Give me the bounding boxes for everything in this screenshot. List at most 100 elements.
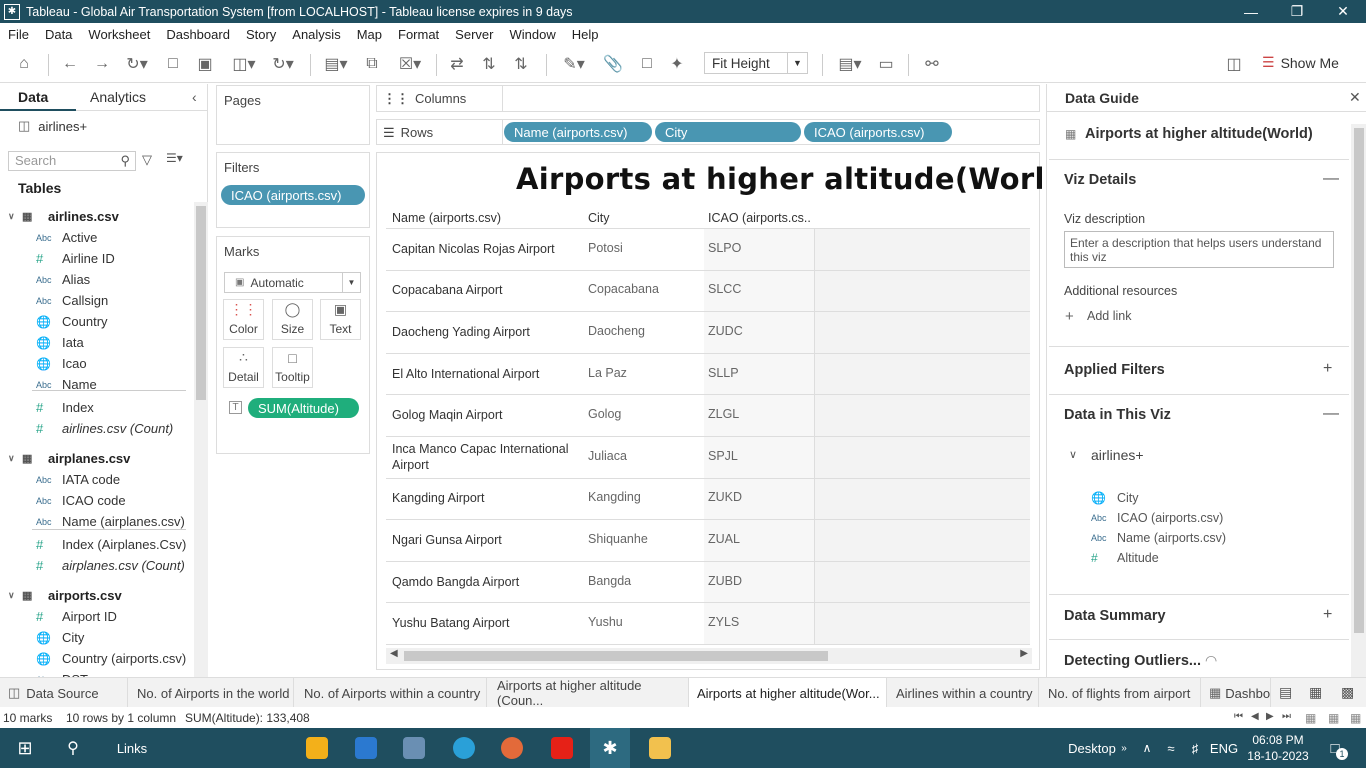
show-cards-icon[interactable]: ▤▾: [832, 53, 868, 75]
scroll-right-icon[interactable]: ▶: [1020, 648, 1028, 659]
field-item[interactable]: 🌐 Iata: [0, 332, 190, 353]
tab-sheet-2[interactable]: No. of Airports within a country: [294, 678, 487, 708]
text-pill-altitude[interactable]: SUM(Altitude): [248, 398, 359, 418]
table-1[interactable]: ∨ ▦ airplanes.csv: [0, 448, 130, 469]
home-icon[interactable]: ⌂: [12, 53, 36, 75]
undo-icon[interactable]: ←: [58, 53, 82, 75]
row-name[interactable]: Kangding Airport: [392, 490, 577, 506]
row-name[interactable]: Inca Manco Capac International Airport: [392, 441, 577, 473]
sort-descending-icon[interactable]: ⇅: [510, 53, 532, 75]
chevron-down-icon[interactable]: ∨: [0, 211, 22, 222]
row-pill-icao[interactable]: ICAO (airports.csv): [804, 122, 952, 142]
tableau-taskbar-icon[interactable]: ✱: [590, 728, 630, 768]
links-toolbar[interactable]: Links: [112, 728, 152, 768]
media-player-icon[interactable]: [498, 728, 526, 768]
fit-select[interactable]: Fit Height ▼: [704, 52, 808, 74]
field-item[interactable]: Abc Callsign: [0, 290, 190, 311]
language-indicator[interactable]: ENG: [1208, 728, 1240, 768]
share-icon[interactable]: ⚯: [920, 53, 944, 75]
tab-data-source[interactable]: ◫ Data Source: [0, 678, 128, 708]
collapse-pane-icon[interactable]: ‹: [192, 89, 197, 105]
tab-sheet-5[interactable]: Airlines within a country: [887, 678, 1039, 708]
menu-data[interactable]: Data: [37, 27, 80, 42]
edge-icon[interactable]: [450, 728, 478, 768]
menu-file[interactable]: File: [0, 27, 37, 42]
row-pill-city[interactable]: City: [655, 122, 801, 142]
highlight-icon[interactable]: ✎▾: [558, 53, 590, 75]
expand-icon[interactable]: +: [1323, 360, 1332, 378]
header-icao[interactable]: ICAO (airports.cs..: [708, 211, 811, 225]
field-item[interactable]: Abc Alias: [0, 269, 190, 290]
tab-sheet-active[interactable]: Airports at higher altitude(Wor...: [689, 678, 887, 708]
new-datasource-icon[interactable]: ▣: [194, 53, 216, 75]
field-item[interactable]: Abc Active: [0, 227, 190, 248]
show-labels-icon[interactable]: □: [636, 53, 658, 75]
row-pill-name[interactable]: Name (airports.csv): [504, 122, 652, 142]
desktop-toolbar[interactable]: Desktop: [1066, 728, 1118, 768]
new-worksheet-tab-icon[interactable]: ▤: [1279, 684, 1292, 701]
row-icao[interactable]: SPJL: [708, 449, 738, 463]
row-icao[interactable]: SLPO: [708, 241, 741, 255]
row-icao[interactable]: ZUAL: [708, 532, 740, 546]
field-item[interactable]: 🌐 Country (airports.csv): [0, 648, 190, 669]
tab-analytics[interactable]: Analytics: [90, 89, 146, 105]
menu-help[interactable]: Help: [564, 27, 607, 42]
clear-sheet-icon[interactable]: ☒▾: [392, 53, 428, 75]
restore-button[interactable]: ❐: [1274, 0, 1320, 23]
row-city[interactable]: Shiquanhe: [588, 532, 648, 546]
row-icao[interactable]: SLLP: [708, 366, 739, 380]
menu-analysis[interactable]: Analysis: [284, 27, 348, 42]
field-item[interactable]: 🌐 Icao: [0, 353, 190, 374]
row-icao[interactable]: ZLGL: [708, 407, 739, 421]
sort-ascending-icon[interactable]: ⇅: [478, 53, 500, 75]
row-city[interactable]: Potosi: [588, 241, 623, 255]
viz-horizontal-scrollbar[interactable]: ◀ ▶: [386, 648, 1032, 664]
minimize-button[interactable]: —: [1228, 0, 1274, 23]
view-options-icon[interactable]: ☰▾: [166, 151, 183, 165]
row-city[interactable]: Bangda: [588, 574, 631, 588]
row-city[interactable]: Golog: [588, 407, 621, 421]
color-button[interactable]: ⋮⋮ Color: [223, 299, 264, 340]
field-item[interactable]: # Index: [0, 397, 190, 418]
data-source[interactable]: ◫ airlines+: [18, 118, 87, 134]
notification-icon[interactable]: □ 1: [1320, 728, 1350, 768]
tab-sheet-1[interactable]: No. of Airports in the world: [128, 678, 294, 708]
field-item[interactable]: # airplanes.csv (Count): [0, 555, 190, 576]
text-button[interactable]: ▣ Text: [320, 299, 361, 340]
row-city[interactable]: La Paz: [588, 366, 627, 380]
save-icon[interactable]: □: [162, 53, 184, 75]
row-icao[interactable]: ZUDC: [708, 324, 743, 338]
chevron-up-icon[interactable]: ∧: [1138, 728, 1156, 768]
new-dashboard-tab-icon[interactable]: ▦: [1309, 684, 1322, 701]
row-city[interactable]: Yushu: [588, 615, 623, 629]
tab-sheet-3[interactable]: Airports at higher altitude (Coun...: [487, 678, 689, 708]
field-item[interactable]: # airlines.csv (Count): [0, 418, 190, 439]
row-name[interactable]: Capitan Nicolas Rojas Airport: [392, 241, 577, 257]
store-icon[interactable]: [303, 728, 331, 768]
header-city[interactable]: City: [588, 211, 610, 225]
field-item[interactable]: Abc Name: [0, 374, 190, 395]
row-name[interactable]: Ngari Gunsa Airport: [392, 532, 577, 548]
last-sheet-icon[interactable]: ⏭: [1282, 711, 1291, 722]
add-link-button[interactable]: Add link: [1087, 309, 1131, 323]
new-worksheet-icon[interactable]: ▤▾: [318, 53, 354, 75]
field-item[interactable]: Abc IATA code: [0, 469, 190, 490]
chevron-down-icon[interactable]: ∨: [0, 453, 22, 464]
filter-icon[interactable]: ▽: [142, 152, 152, 168]
search-input[interactable]: Search ⚲: [8, 151, 136, 171]
field-item[interactable]: # Index (Airplanes.Csv): [0, 534, 190, 555]
data-summary-heading[interactable]: Data Summary: [1064, 608, 1166, 624]
scroll-left-icon[interactable]: ◀: [390, 648, 398, 659]
new-story-tab-icon[interactable]: ▩: [1341, 684, 1354, 701]
close-icon[interactable]: ✕: [1349, 89, 1361, 106]
swap-icon[interactable]: ⇄: [446, 53, 468, 75]
row-city[interactable]: Daocheng: [588, 324, 645, 338]
data-guide-scrollbar[interactable]: [1351, 124, 1366, 677]
tab-sheet-6[interactable]: No. of flights from airport: [1039, 678, 1201, 708]
redo-icon[interactable]: →: [90, 53, 114, 75]
presentation-icon[interactable]: ▭: [874, 53, 898, 75]
row-name[interactable]: Daocheng Yading Airport: [392, 324, 577, 340]
refresh-icon[interactable]: ↻▾: [266, 53, 300, 75]
data-guide-icon[interactable]: ◫: [1222, 53, 1246, 75]
collapse-icon[interactable]: —: [1323, 170, 1339, 188]
